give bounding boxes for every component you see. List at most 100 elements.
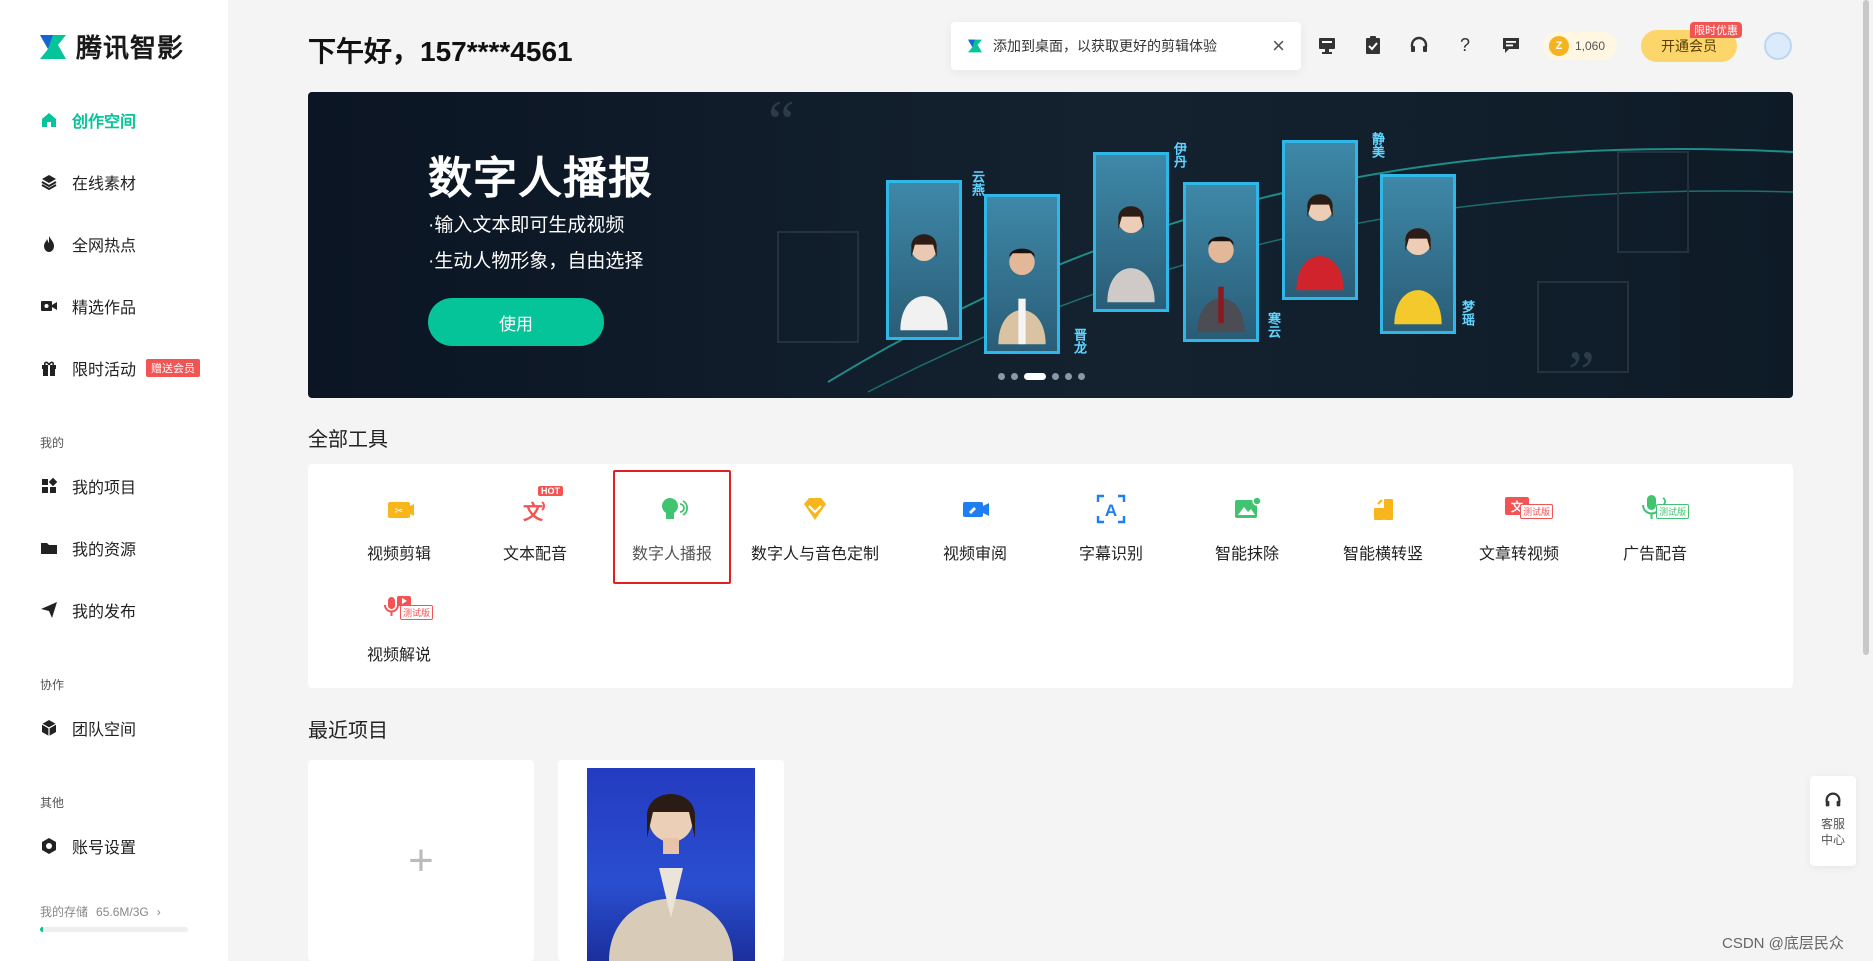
tool-landscape-to-portrait[interactable]: 智能横转竖 <box>1315 472 1451 572</box>
customer-service-button[interactable]: 客服中心 <box>1810 776 1856 866</box>
toast-text: 添加到桌面，以获取更好的剪辑体验 <box>993 38 1217 54</box>
sidebar-item-my-resources[interactable]: 我的资源 <box>40 536 136 560</box>
folder-icon <box>41 543 57 554</box>
add-to-desktop-toast[interactable]: 添加到桌面，以获取更好的剪辑体验 × <box>951 22 1301 70</box>
ad-voice-icon: 测试版 <box>1638 492 1690 526</box>
presenter-figure <box>1394 228 1442 324</box>
banner-pagination[interactable] <box>998 373 1085 380</box>
close-icon[interactable]: × <box>1272 33 1285 59</box>
tools-panel: ✂ 视频剪辑 文 HOT 文本配音 数字人播报 数字人与音色定制 视频审阅 A … <box>308 464 1793 688</box>
storage-progress-bar <box>40 927 188 932</box>
banner-dot[interactable] <box>1024 373 1046 380</box>
tool-video-edit[interactable]: ✂ 视频剪辑 <box>331 472 467 572</box>
presenter-card[interactable] <box>1093 152 1169 312</box>
greeting-title: 下午好，157****4561 <box>308 36 573 67</box>
banner-dot[interactable] <box>998 373 1005 380</box>
logo-text: 腾讯智影 <box>76 33 185 63</box>
tool-digital-human[interactable]: 数字人播报 <box>613 470 731 584</box>
sidebar-item-label: 创作空间 <box>72 114 137 131</box>
gift-icon <box>42 361 56 376</box>
sidebar-item-create-space[interactable]: 创作空间 <box>40 108 136 132</box>
banner-use-button[interactable]: 使用 <box>428 298 604 346</box>
headset-icon[interactable] <box>1408 34 1430 56</box>
flame-icon <box>44 236 54 252</box>
tool-label: 智能横转竖 <box>1342 546 1423 563</box>
banner-dot[interactable] <box>1011 373 1018 380</box>
banner-dot[interactable] <box>1065 373 1072 380</box>
tool-article-to-video[interactable]: 文 测试版 文章转视频 <box>1451 472 1587 572</box>
sidebar-item-label: 我的资源 <box>72 542 137 559</box>
storage-label: 我的存储 <box>40 905 89 919</box>
sidebar-item-featured-works[interactable]: 精选作品 <box>40 294 136 318</box>
beta-tag: 测试版 <box>1656 504 1690 519</box>
presenter-figure <box>1296 194 1344 290</box>
section-label-collab: 协作 <box>40 678 65 692</box>
sidebar-item-team-space[interactable]: 团队空间 <box>40 716 136 740</box>
clipboard-check-icon[interactable] <box>1362 34 1384 56</box>
sidebar-item-label: 我的发布 <box>72 604 137 621</box>
tool-label: 广告配音 <box>1622 546 1687 563</box>
presenter-figure <box>998 248 1046 344</box>
sidebar-item-label: 全网热点 <box>72 238 137 255</box>
desktop-download-icon[interactable] <box>1316 34 1338 56</box>
tool-smart-erase[interactable]: 智能抹除 <box>1179 472 1315 572</box>
watermark-text: CSDN @底层民众 <box>1722 935 1844 952</box>
storage-info[interactable]: 我的存储 65.6M/3G › <box>40 903 161 920</box>
sidebar-item-online-material[interactable]: 在线素材 <box>40 170 136 194</box>
presenter-card[interactable] <box>1183 182 1259 342</box>
plus-icon: + <box>408 835 434 885</box>
tool-ad-voice[interactable]: 测试版 广告配音 <box>1587 472 1723 572</box>
tool-video-review[interactable]: 视频审阅 <box>907 472 1043 572</box>
tool-text-voice[interactable]: 文 HOT 文本配音 <box>467 472 603 572</box>
image-erase-icon <box>1230 492 1264 526</box>
layers-icon <box>41 175 57 191</box>
user-avatar[interactable] <box>1764 32 1792 60</box>
presenter-card[interactable] <box>1282 140 1358 300</box>
sidebar-item-limited-events[interactable]: 限时活动 赠送会员 <box>40 356 201 380</box>
presenter-figure <box>1107 206 1155 302</box>
page-scrollbar[interactable] <box>1863 0 1869 655</box>
text-voice-icon: 文 HOT <box>518 486 563 526</box>
hexagon-settings-icon <box>42 838 56 854</box>
video-review-icon <box>958 492 992 526</box>
grid-icon <box>42 477 58 493</box>
sidebar-item-hot-topics[interactable]: 全网热点 <box>40 232 136 256</box>
sidebar-item-account-settings[interactable]: 账号设置 <box>40 834 136 858</box>
tool-subtitle-recognize[interactable]: A 字幕识别 <box>1043 472 1179 572</box>
presenter-card[interactable] <box>1380 174 1456 334</box>
hero-banner[interactable]: “ ” 数字人播报 ·输入文本即可生成视频 ·生动人物形象，自由选择 使用 云燕… <box>308 92 1793 398</box>
banner-dot[interactable] <box>1078 373 1085 380</box>
rotate-frame-icon <box>1366 492 1400 526</box>
tool-digital-human-voice-custom[interactable]: 数字人与音色定制 <box>740 472 890 572</box>
banner-dot[interactable] <box>1052 373 1059 380</box>
svg-text:”: ” <box>1568 339 1595 398</box>
coin-amount: 1,060 <box>1575 39 1606 53</box>
sidebar-item-my-projects[interactable]: 我的项目 <box>40 474 136 498</box>
coin-balance[interactable]: Z 1,060 <box>1543 32 1618 60</box>
tool-label: 字幕识别 <box>1078 546 1143 563</box>
tool-video-narration[interactable]: 测试版 视频解说 <box>331 573 467 673</box>
subtitle-recognize-icon: A <box>1094 492 1128 526</box>
video-edit-icon: ✂ <box>382 492 416 526</box>
project-card[interactable] <box>558 760 784 961</box>
sidebar-item-label: 团队空间 <box>72 722 137 739</box>
svg-text:文: 文 <box>523 500 544 524</box>
cube-icon <box>41 720 57 736</box>
video-narration-icon: 测试版 <box>382 593 434 627</box>
presenter-card[interactable] <box>886 180 962 340</box>
send-icon <box>41 602 57 618</box>
sidebar-item-label: 限时活动 <box>72 362 137 379</box>
sidebar-item-label: 精选作品 <box>72 300 137 317</box>
logo-icon <box>40 34 66 59</box>
presenter-name: 寒云 <box>1266 312 1281 338</box>
new-project-card[interactable]: + <box>308 760 534 961</box>
tool-label: 数字人与音色定制 <box>750 546 879 563</box>
section-label-mine: 我的 <box>40 436 65 450</box>
message-icon[interactable] <box>1500 34 1522 56</box>
chevron-right-icon: › <box>156 904 161 919</box>
presenter-card[interactable] <box>984 194 1060 354</box>
app-logo[interactable]: 腾讯智影 <box>38 28 184 65</box>
banner-line-1: ·输入文本即可生成视频 <box>428 215 625 236</box>
sidebar-item-my-publish[interactable]: 我的发布 <box>40 598 136 622</box>
help-icon[interactable]: ? <box>1454 34 1476 56</box>
